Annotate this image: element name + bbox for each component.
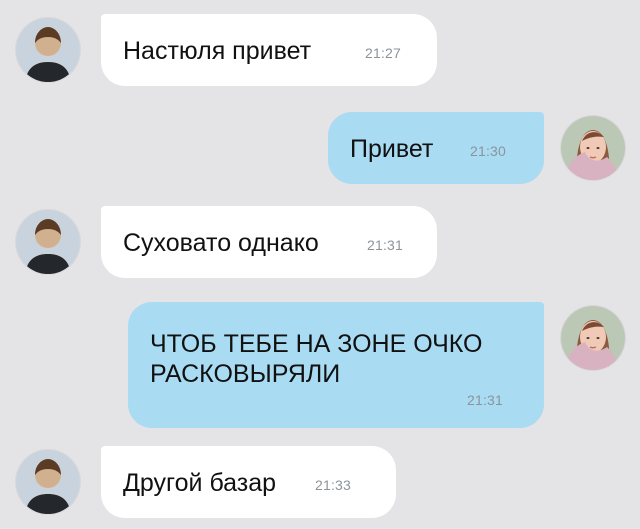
incoming-message-bubble[interactable]: Настюля привет 21:27 xyxy=(101,14,437,86)
male-avatar-icon[interactable] xyxy=(16,450,80,514)
incoming-message-bubble[interactable]: Другой базар 21:33 xyxy=(101,446,396,518)
female-avatar-icon[interactable] xyxy=(561,306,625,370)
message-text: Настюля привет xyxy=(123,37,312,65)
message-text: Суховато однако xyxy=(123,229,319,257)
chat-conversation: Настюля привет 21:27 Привет 21:30 Сухова… xyxy=(0,0,640,529)
message-text: Привет xyxy=(350,135,434,163)
male-avatar-icon[interactable] xyxy=(16,210,80,274)
message-time: 21:33 xyxy=(315,477,352,493)
message-text: Другой базар xyxy=(123,469,277,497)
outgoing-message-bubble[interactable]: Привет 21:30 xyxy=(328,112,544,184)
message-row-incoming: Настюля привет 21:27 xyxy=(0,14,640,86)
message-row-outgoing: Привет 21:30 xyxy=(0,112,640,184)
female-avatar-icon[interactable] xyxy=(561,116,625,180)
message-time: 21:31 xyxy=(467,392,504,408)
male-avatar-icon[interactable] xyxy=(16,18,80,82)
message-time: 21:31 xyxy=(367,237,404,253)
outgoing-message-bubble[interactable]: ЧТОБ ТЕБЕ НА ЗОНЕ ОЧКО РАСКОВЫРЯЛИ 21:31 xyxy=(128,302,544,428)
message-time: 21:27 xyxy=(365,45,402,61)
message-row-incoming: Суховато однако 21:31 xyxy=(0,206,640,278)
message-row-outgoing: ЧТОБ ТЕБЕ НА ЗОНЕ ОЧКО РАСКОВЫРЯЛИ 21:31 xyxy=(0,302,640,428)
message-time: 21:30 xyxy=(470,143,507,159)
incoming-message-bubble[interactable]: Суховато однако 21:31 xyxy=(101,206,437,278)
message-text: ЧТОБ ТЕБЕ НА ЗОНЕ ОЧКО РАСКОВЫРЯЛИ xyxy=(150,330,483,388)
message-row-incoming: Другой базар 21:33 xyxy=(0,446,640,518)
